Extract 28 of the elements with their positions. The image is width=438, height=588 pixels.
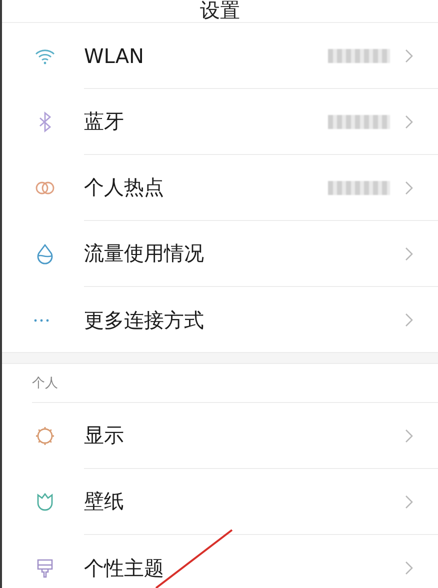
settings-row[interactable]: WLAN [2, 23, 438, 89]
row-label: WLAN [84, 44, 144, 68]
chevron-icon [404, 180, 414, 196]
chevron-icon [404, 48, 414, 64]
chevron-icon [404, 494, 414, 510]
row-label: 蓝牙 [84, 108, 124, 135]
chevron-icon [404, 560, 414, 576]
row-label: 流量使用情况 [84, 240, 204, 267]
settings-row[interactable]: 壁纸 [2, 469, 438, 535]
row-label: 个人热点 [84, 174, 164, 201]
settings-row[interactable]: 个人热点 [2, 155, 438, 221]
chevron-icon [404, 246, 414, 262]
row-label: 更多连接方式 [84, 306, 204, 334]
section-header: 个人 [32, 375, 58, 392]
chevron-icon [404, 114, 414, 130]
settings-row[interactable]: 显示 [2, 403, 438, 469]
chevron-icon [404, 312, 414, 328]
row-label: 壁纸 [84, 488, 124, 515]
settings-row[interactable]: 蓝牙 [2, 89, 438, 155]
page-title: 设置 [200, 0, 240, 20]
row-label: 个性主题 [84, 554, 164, 582]
settings-row[interactable]: 流量使用情况 [2, 221, 438, 287]
row-label: 显示 [84, 422, 124, 449]
sun-icon [34, 425, 56, 447]
more-icon [34, 318, 49, 322]
settings-row[interactable]: 更多连接方式 [2, 287, 438, 353]
settings-row[interactable]: 个性主题 [2, 535, 438, 588]
chevron-icon [404, 428, 414, 444]
